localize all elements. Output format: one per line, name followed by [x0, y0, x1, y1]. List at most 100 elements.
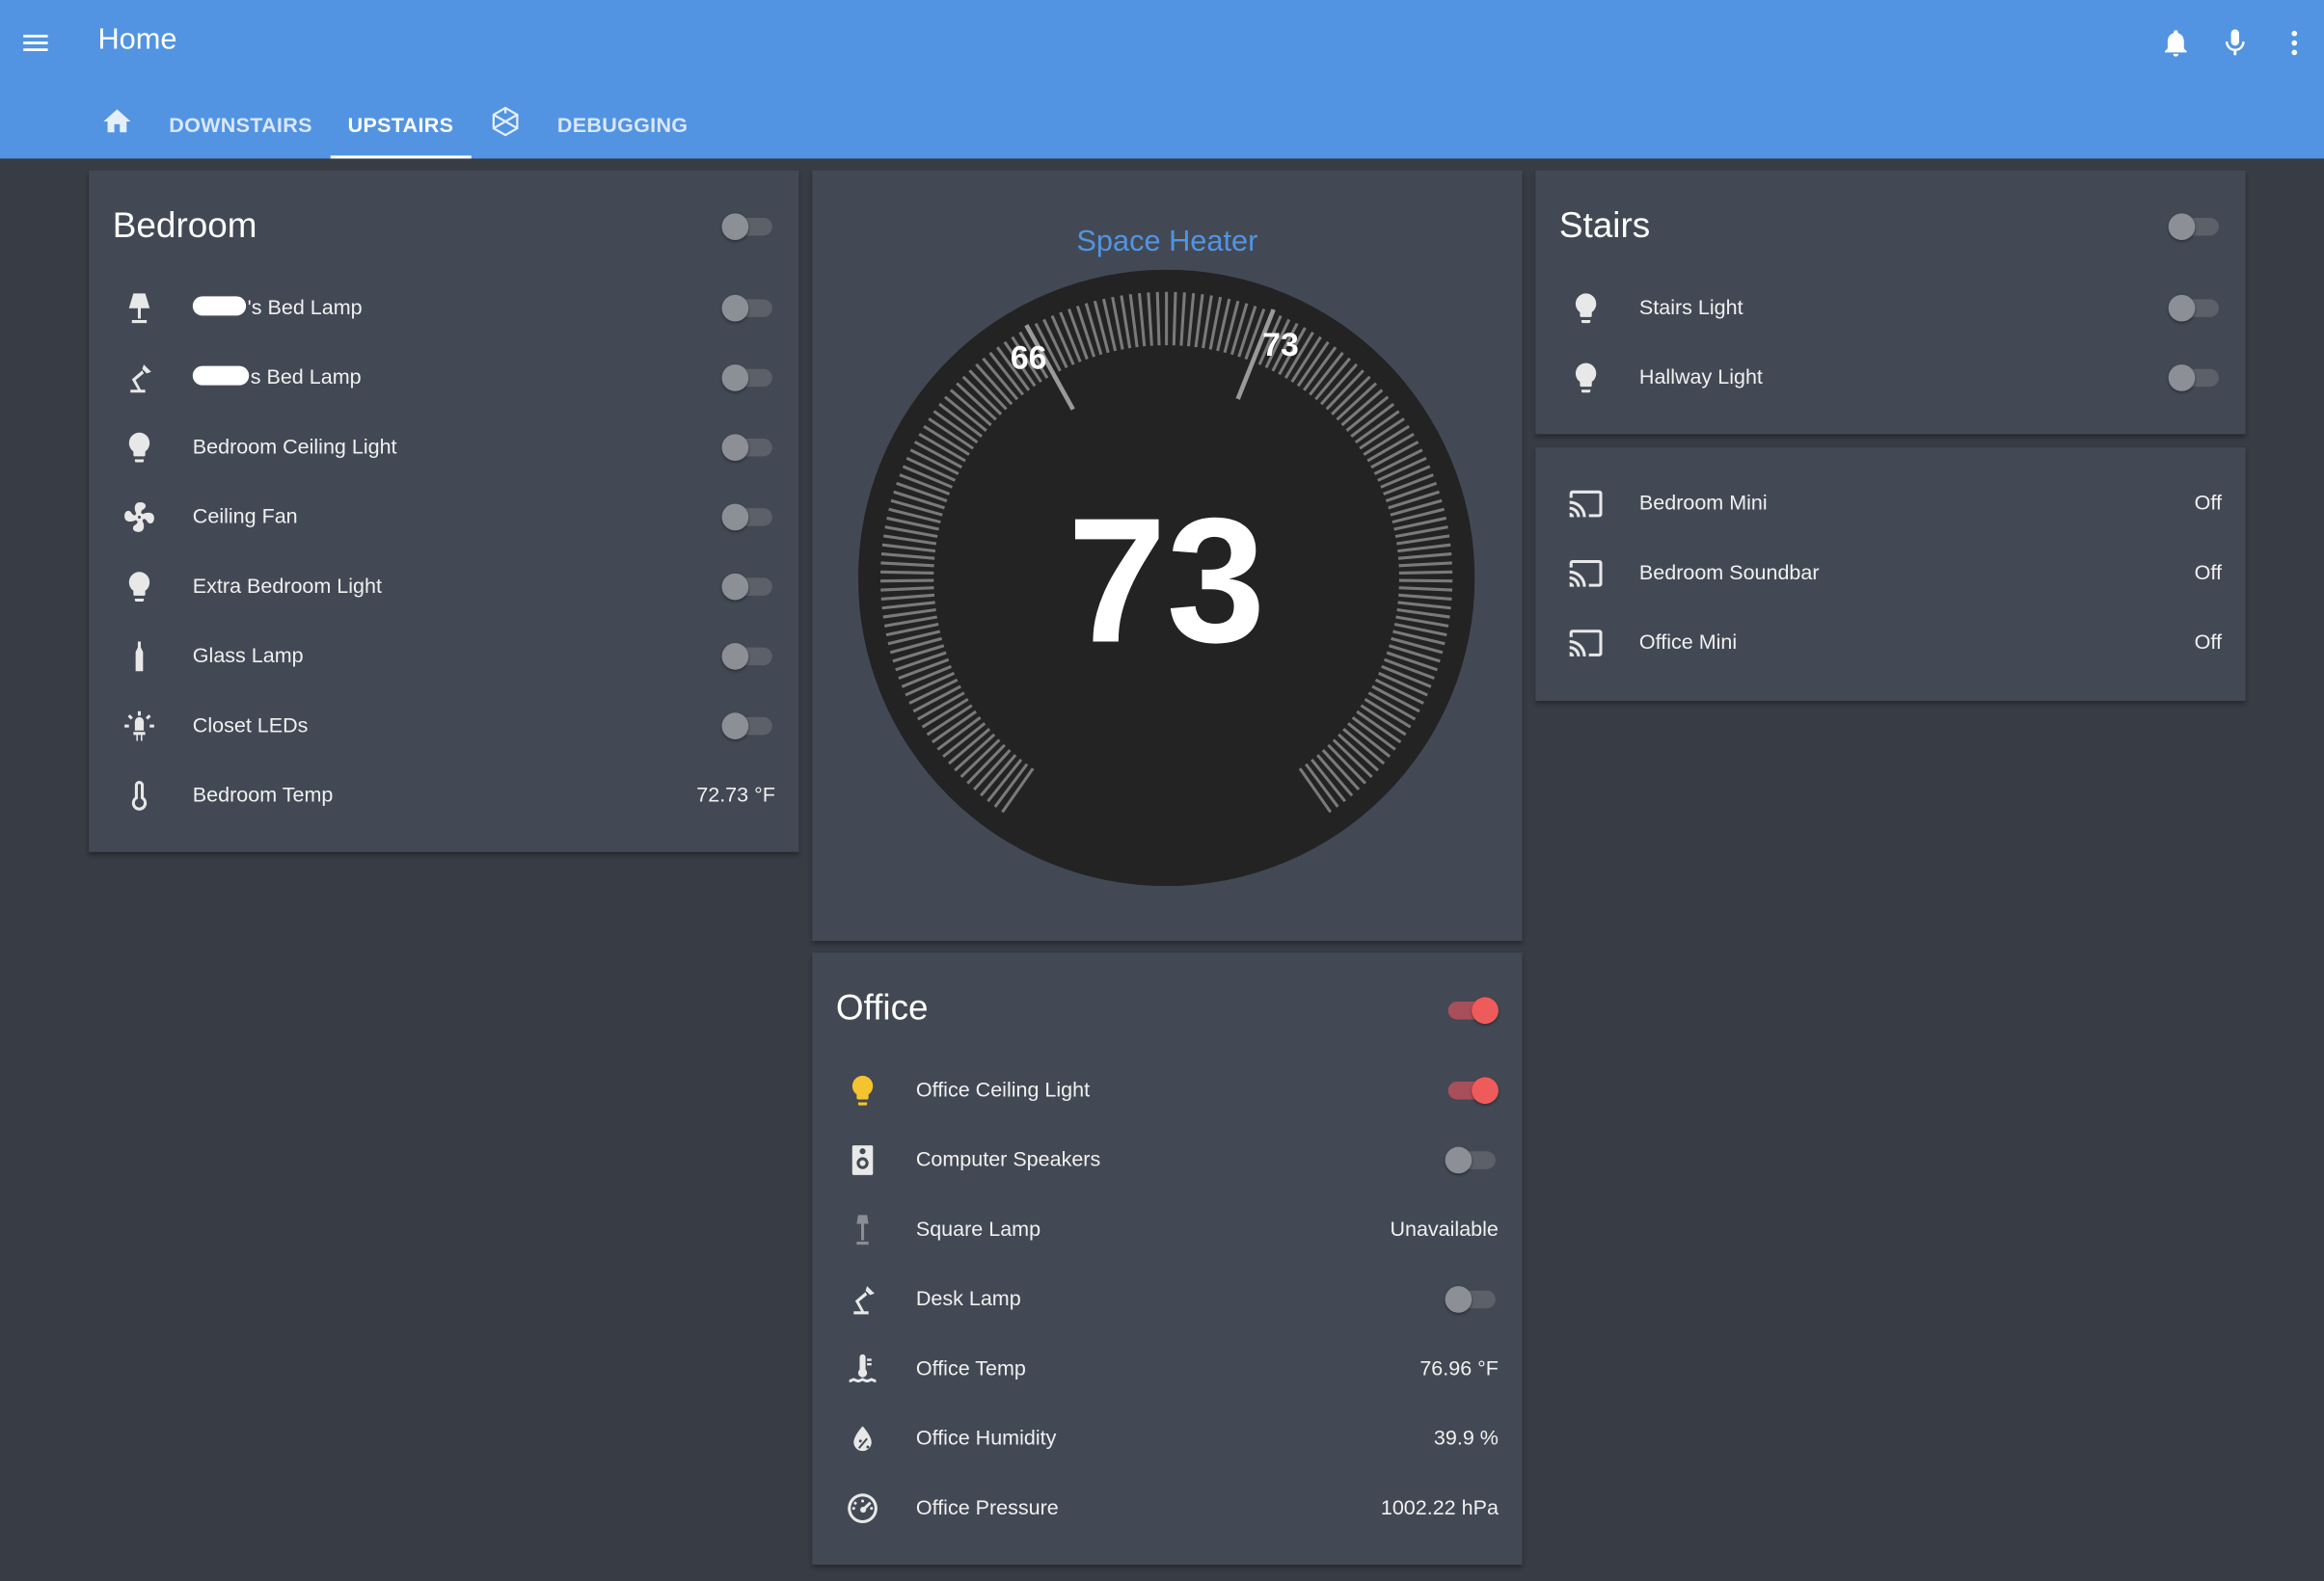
entity-name[interactable]: Closet LEDs [193, 712, 309, 737]
dial-tick [1398, 578, 1453, 583]
thermostat-dial[interactable]: 73 66 73 [857, 269, 1475, 887]
ceiling-fan-toggle[interactable] [721, 502, 775, 532]
stairs-light-toggle[interactable] [2168, 293, 2222, 323]
office-group-toggle[interactable] [1446, 996, 1499, 1026]
dial-tick [880, 570, 934, 575]
lightbulb-icon [1568, 290, 1604, 326]
entity-name[interactable]: Square Lamp [916, 1217, 1040, 1241]
water-percent-icon [845, 1421, 880, 1457]
tab-upstairs[interactable]: UPSTAIRS [330, 92, 472, 159]
entity-row: Glass Lamp [113, 627, 775, 685]
entity-name[interactable]: Stairs Light [1639, 295, 1743, 319]
media-row: Office Mini Off [1559, 613, 2222, 672]
speaker-icon [845, 1142, 880, 1178]
entity-name[interactable]: s Bed Lamp [251, 364, 362, 389]
entity-name[interactable]: Ceiling Fan [193, 504, 298, 528]
floor-lamp-icon [845, 1212, 880, 1247]
desk-lamp-toggle[interactable] [1445, 1285, 1499, 1315]
tab-debugging[interactable]: DEBUGGING [539, 92, 705, 155]
entity-name[interactable]: Office Temp [916, 1355, 1026, 1380]
more-vert-icon[interactable] [2265, 21, 2324, 66]
lightbulb-on-icon [845, 1073, 880, 1109]
bedroom-ceiling-light-toggle[interactable] [721, 433, 775, 463]
entity-row: Hallway Light [1559, 348, 2222, 407]
cast-icon [1568, 555, 1604, 591]
entity-row: Ceiling Fan [113, 488, 775, 547]
cast-icon [1568, 626, 1604, 661]
sensor-value: 1002.22 hPa [1380, 1494, 1499, 1519]
tab-home[interactable] [83, 92, 151, 155]
view-tabs: DOWNSTAIRS UPSTAIRS DEBUGGING [83, 92, 706, 159]
entity-row: Office Temp 76.96 °F [836, 1339, 1499, 1398]
thermometer-water-icon [845, 1352, 880, 1387]
entity-name[interactable]: Computer Speakers [916, 1147, 1100, 1171]
entity-name[interactable]: Desk Lamp [916, 1286, 1021, 1310]
entity-row: Office Ceiling Light [836, 1060, 1499, 1119]
bell-icon[interactable] [2147, 21, 2205, 66]
entity-row: Square Lamp Unavailable [836, 1200, 1499, 1259]
office-ceiling-light-toggle[interactable] [1446, 1076, 1499, 1106]
entity-name[interactable]: Bedroom Ceiling Light [193, 434, 397, 458]
entity-row: Office Humidity 39.9 % [836, 1409, 1499, 1468]
stairs-card: Stairs Stairs Light Hallway Light [1535, 170, 2246, 435]
home-icon [101, 105, 134, 142]
media-state: Off [2194, 630, 2222, 654]
entity-row: Desk Lamp [836, 1270, 1499, 1328]
glass-lamp-toggle[interactable] [721, 642, 775, 672]
lightbulb-icon [1568, 360, 1604, 395]
entity-row: Computer Speakers [836, 1131, 1499, 1190]
hallway-light-toggle[interactable] [2168, 363, 2222, 393]
lightbulb-icon [122, 569, 157, 604]
microphone-icon[interactable] [2205, 21, 2264, 66]
entity-row: Office Pressure 1002.22 hPa [836, 1479, 1499, 1538]
sensor-value: 39.9 % [1433, 1425, 1499, 1450]
entity-state: Unavailable [1390, 1216, 1499, 1241]
computer-speakers-toggle[interactable] [1445, 1145, 1499, 1175]
card-title: Bedroom [112, 205, 257, 247]
redacted-name [192, 365, 250, 386]
dial-tick [1155, 291, 1161, 346]
entity-row: Extra Bedroom Light [113, 557, 775, 616]
lightbulb-icon [122, 430, 157, 466]
low-setpoint-label: 66 [1011, 340, 1047, 377]
entity-row: Bedroom Ceiling Light [113, 417, 775, 476]
entity-name[interactable]: Hallway Light [1639, 364, 1763, 389]
bedroom-card: Bedroom 's Bed Lamp s Bed Lamp Bedroom C… [89, 170, 799, 852]
app-title: Home [97, 23, 177, 57]
thermometer-icon [122, 778, 157, 814]
led-icon [122, 709, 157, 744]
sensor-value: 72.73 °F [696, 782, 775, 807]
media-row: Bedroom Soundbar Off [1559, 544, 2222, 603]
redacted-name [192, 296, 247, 316]
entity-name[interactable]: Office Mini [1639, 630, 1737, 654]
entity-name[interactable]: Bedroom Soundbar [1639, 560, 1820, 584]
bedroom-group-toggle[interactable] [721, 212, 775, 242]
media-state: Off [2194, 490, 2222, 515]
thermostat-title[interactable]: Space Heater [812, 226, 1522, 259]
entity-name[interactable]: Glass Lamp [193, 643, 304, 667]
stairs-group-toggle[interactable] [2168, 212, 2222, 242]
high-setpoint-label: 73 [1262, 327, 1299, 363]
entity-name[interactable]: Bedroom Mini [1639, 491, 1768, 515]
entity-name[interactable]: Bedroom Temp [193, 783, 334, 807]
extra-bedroom-light-toggle[interactable] [721, 572, 775, 602]
closet-leds-toggle[interactable] [721, 711, 775, 741]
tab-downstairs[interactable]: DOWNSTAIRS [151, 92, 330, 155]
entity-row: Bedroom Temp 72.73 °F [113, 766, 775, 825]
dial-tick [1172, 291, 1177, 346]
bed-lamp-2-toggle[interactable] [721, 363, 775, 393]
entity-name[interactable]: 's Bed Lamp [248, 295, 363, 319]
entity-name[interactable]: Office Humidity [916, 1426, 1057, 1450]
bed-lamp-1-toggle[interactable] [721, 293, 775, 323]
current-temperature: 73 [1067, 482, 1265, 681]
entity-row: Stairs Light [1559, 279, 2222, 337]
menu-icon[interactable] [19, 27, 52, 60]
entity-name[interactable]: Office Pressure [916, 1495, 1059, 1519]
entity-name[interactable]: Office Ceiling Light [916, 1077, 1090, 1101]
entity-row: 's Bed Lamp [113, 279, 775, 337]
entity-name[interactable]: Extra Bedroom Light [193, 574, 382, 598]
hass-graph-icon [489, 105, 522, 142]
gauge-icon [845, 1490, 880, 1526]
tab-graph[interactable] [472, 92, 540, 155]
entity-row: Closet LEDs [113, 696, 775, 755]
